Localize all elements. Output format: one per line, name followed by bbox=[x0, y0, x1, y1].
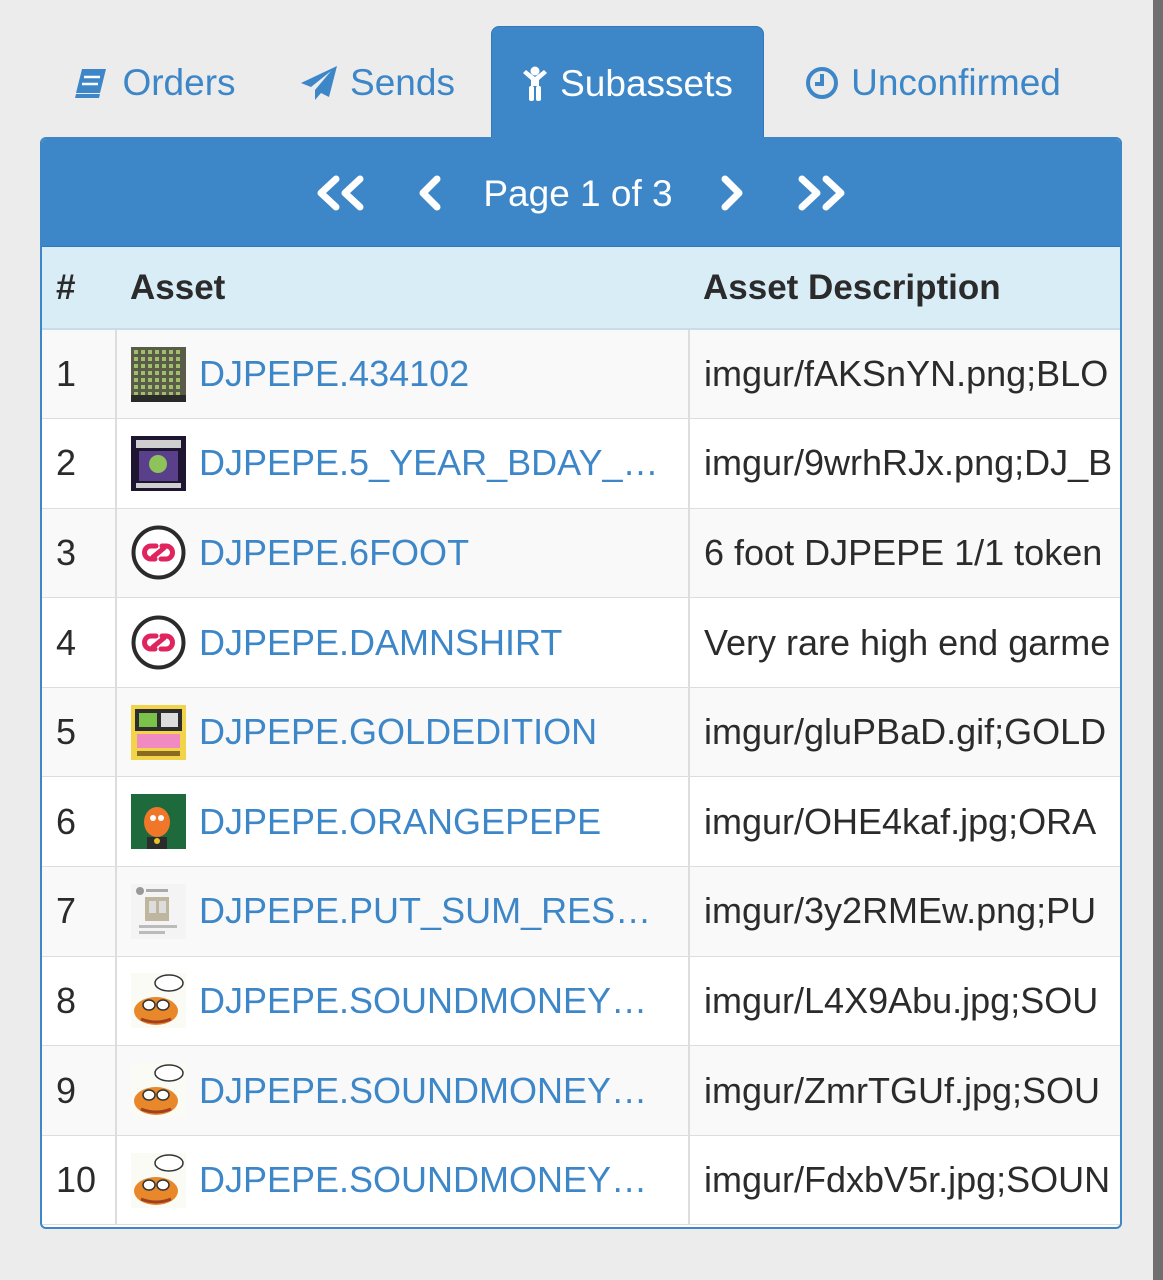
row-number: 9 bbox=[42, 1045, 117, 1136]
orange-pepe-thumbnail bbox=[131, 794, 186, 850]
gold-card-thumbnail bbox=[131, 704, 186, 760]
asset-description: imgur/gluPBaD.gif;GOLD bbox=[689, 687, 1120, 778]
pepe-drawing-thumbnail bbox=[131, 1063, 186, 1119]
asset-link[interactable]: DJPEPE.SOUNDMONEY… bbox=[199, 1159, 647, 1201]
pagination-bar: Page 1 of 3 bbox=[42, 139, 1120, 247]
asset-cell: DJPEPE.DAMNSHIRT bbox=[116, 597, 690, 688]
asset-description: Very rare high end garme bbox=[689, 597, 1120, 688]
tab-orders[interactable]: Orders bbox=[60, 26, 250, 138]
table-row: 2 DJPEPE.5_YEAR_BDAY_… imgur/9wrhRJx.png;D… bbox=[42, 418, 1120, 509]
column-header-asset: Asset bbox=[116, 247, 689, 330]
asset-description: imgur/3y2RMEw.png;PU bbox=[689, 866, 1120, 957]
asset-link[interactable]: DJPEPE.434102 bbox=[199, 353, 469, 395]
asset-cell: DJPEPE.SOUNDMONEY… bbox=[116, 1135, 690, 1226]
asset-description: imgur/FdxbV5r.jpg;SOUN bbox=[689, 1135, 1120, 1226]
asset-cell: DJPEPE.ORANGEPEPE bbox=[116, 776, 690, 868]
table-row: 8 DJPEPE.SOUNDMONEY… imgur/L4X9Abu.jpg;SOU bbox=[42, 956, 1120, 1047]
subassets-panel: Page 1 of 3 # Asset Asset Description 1 D… bbox=[40, 137, 1122, 1229]
tab-subassets[interactable]: Subassets bbox=[491, 26, 764, 138]
row-number: 7 bbox=[42, 866, 117, 957]
row-number: 4 bbox=[42, 597, 117, 688]
first-page-icon[interactable] bbox=[315, 175, 367, 211]
asset-description: imgur/fAKSnYN.png;BLO bbox=[689, 329, 1120, 420]
table-row: 7 DJPEPE.PUT_SUM_RES… imgur/3y2RMEw.png;PU bbox=[42, 866, 1120, 957]
asset-cell: DJPEPE.SOUNDMONEY… bbox=[116, 1045, 690, 1136]
chain-logo-icon bbox=[131, 615, 186, 670]
table-row: 4 DJPEPE.DAMNSHIRT Very rare high end garm… bbox=[42, 597, 1120, 688]
page-indicator: Page 1 of 3 bbox=[483, 172, 673, 214]
row-number: 8 bbox=[42, 956, 117, 1047]
tab-bar: Orders Sends Subassets Unconfirmed bbox=[40, 26, 1122, 138]
paper-plane-icon bbox=[300, 65, 338, 101]
asset-link[interactable]: DJPEPE.SOUNDMONEY… bbox=[199, 980, 647, 1022]
row-number: 6 bbox=[42, 776, 117, 868]
row-number: 10 bbox=[42, 1135, 117, 1226]
table-row: 6 DJPEPE.ORANGEPEPE imgur/OHE4kaf.jpg;ORA bbox=[42, 776, 1120, 868]
asset-description: 6 foot DJPEPE 1/1 token bbox=[689, 508, 1120, 599]
child-icon bbox=[522, 66, 548, 102]
tab-unconfirmed[interactable]: Unconfirmed bbox=[788, 26, 1078, 138]
poster-art-thumbnail bbox=[131, 435, 186, 491]
table-header-row: # Asset Asset Description bbox=[42, 247, 1120, 330]
table-row: 10 DJPEPE.SOUNDMONEY… imgur/FdxbV5r.jpg;SO… bbox=[42, 1135, 1120, 1226]
asset-link[interactable]: DJPEPE.GOLDEDITION bbox=[199, 711, 597, 753]
table-row: 9 DJPEPE.SOUNDMONEY… imgur/ZmrTGUf.jpg;SOU bbox=[42, 1045, 1120, 1136]
row-number: 3 bbox=[42, 508, 117, 599]
tab-unconfirmed-label: Unconfirmed bbox=[851, 62, 1061, 103]
book-icon bbox=[74, 66, 110, 100]
column-header-description: Asset Description bbox=[689, 247, 1120, 330]
asset-link[interactable]: DJPEPE.SOUNDMONEY… bbox=[199, 1070, 647, 1112]
asset-description: imgur/OHE4kaf.jpg;ORA bbox=[689, 776, 1120, 868]
asset-cell: DJPEPE.5_YEAR_BDAY_… bbox=[116, 418, 690, 509]
asset-description: imgur/L4X9Abu.jpg;SOU bbox=[689, 956, 1120, 1047]
tab-subassets-label: Subassets bbox=[560, 62, 733, 104]
clock-icon bbox=[805, 66, 839, 100]
subassets-table: # Asset Asset Description 1 DJPEPE.434102… bbox=[42, 247, 1120, 1226]
asset-link[interactable]: DJPEPE.DAMNSHIRT bbox=[199, 622, 562, 664]
row-number: 2 bbox=[42, 418, 117, 509]
asset-cell: DJPEPE.434102 bbox=[116, 329, 690, 420]
tab-sends[interactable]: Sends bbox=[290, 26, 465, 138]
asset-link[interactable]: DJPEPE.5_YEAR_BDAY_… bbox=[199, 442, 659, 484]
asset-description: imgur/9wrhRJx.png;DJ_B bbox=[689, 418, 1120, 509]
asset-link[interactable]: DJPEPE.PUT_SUM_RES… bbox=[199, 890, 651, 932]
window-edge bbox=[1153, 0, 1163, 1280]
tab-sends-label: Sends bbox=[350, 62, 455, 103]
table-row: 3 DJPEPE.6FOOT 6 foot DJPEPE 1/1 token bbox=[42, 508, 1120, 599]
tweet-screenshot-thumbnail bbox=[131, 883, 186, 939]
grid-art-thumbnail bbox=[131, 346, 186, 402]
last-page-icon[interactable] bbox=[795, 175, 847, 211]
pepe-drawing-thumbnail bbox=[131, 973, 186, 1029]
previous-page-icon[interactable] bbox=[417, 175, 443, 211]
asset-cell: DJPEPE.SOUNDMONEY… bbox=[116, 956, 690, 1047]
asset-cell: DJPEPE.PUT_SUM_RES… bbox=[116, 866, 690, 957]
next-page-icon[interactable] bbox=[719, 175, 745, 211]
column-header-number: # bbox=[42, 247, 116, 330]
asset-link[interactable]: DJPEPE.ORANGEPEPE bbox=[199, 801, 601, 843]
tab-orders-label: Orders bbox=[122, 62, 236, 103]
asset-cell: DJPEPE.GOLDEDITION bbox=[116, 687, 690, 778]
chain-logo-icon bbox=[131, 525, 186, 580]
asset-link[interactable]: DJPEPE.6FOOT bbox=[199, 532, 469, 574]
pepe-drawing-thumbnail bbox=[131, 1152, 186, 1208]
table-row: 1 DJPEPE.434102 imgur/fAKSnYN.png;BLO bbox=[42, 329, 1120, 420]
asset-description: imgur/ZmrTGUf.jpg;SOU bbox=[689, 1045, 1120, 1136]
row-number: 5 bbox=[42, 687, 117, 778]
row-number: 1 bbox=[42, 329, 117, 420]
table-row: 5 DJPEPE.GOLDEDITION imgur/gluPBaD.gif;GOL… bbox=[42, 687, 1120, 778]
asset-cell: DJPEPE.6FOOT bbox=[116, 508, 690, 599]
